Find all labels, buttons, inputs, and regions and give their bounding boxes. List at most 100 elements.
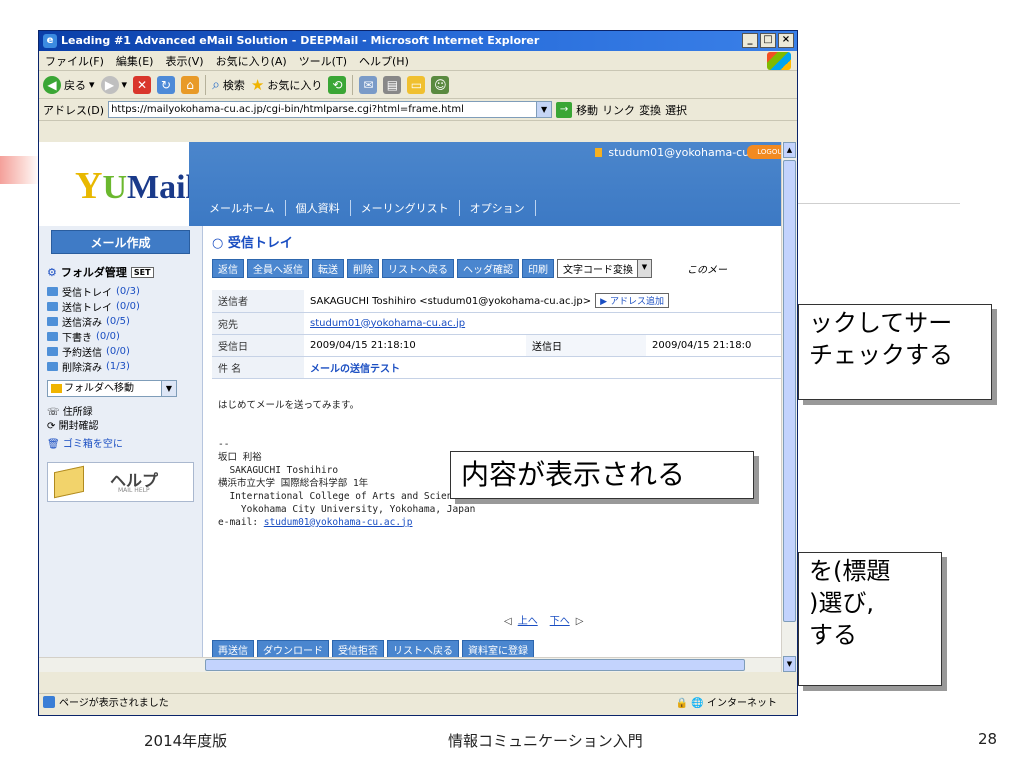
security-zone: 🔒 🌐 インターネット [675,698,777,709]
next-arrow-icon[interactable]: ▷ [576,616,584,627]
stop-icon[interactable]: ✕ [133,75,152,94]
favorites-label: お気に入り [267,78,323,92]
footer-edition: 2014年度版 [144,732,228,750]
user-icon [595,148,603,157]
delete-button[interactable]: 削除 [347,259,379,278]
folder-icon[interactable]: ▭ [407,75,426,94]
mail-icon[interactable]: ✉ [359,75,378,94]
from-value: SAKAGUCHI Toshihiro <studum01@yokohama-c… [304,290,797,313]
address-book-link[interactable]: ☏ 住所録 [47,403,202,418]
address-bar: アドレス(D) https://mailyokohama-cu.ac.jp/cg… [39,99,797,121]
slide-decoration [0,156,40,184]
home-icon[interactable]: ⌂ [181,75,200,94]
slide-divider [790,203,960,204]
folder-deleted[interactable]: 削除済み (1/3) [47,359,202,374]
messenger-icon[interactable]: ☺ [431,75,450,94]
horizontal-scrollbar[interactable] [39,657,781,672]
chevron-down-icon[interactable]: ▼ [536,102,552,117]
scroll-up-icon[interactable]: ▲ [783,142,796,158]
print-button[interactable]: 印刷 [522,259,554,278]
menu-bar: ファイル(F) 編集(E) 表示(V) お気に入り(A) ツール(T) ヘルプ(… [39,51,797,71]
to-label: 宛先 [212,312,304,335]
go-button[interactable]: 移動 [576,102,598,118]
folder-outbox[interactable]: 送信トレイ (0/0) [47,299,202,314]
empty-trash-link[interactable]: 🗑 ゴミ箱を空に [47,435,202,450]
page-icon [43,696,55,708]
back-button[interactable]: ◀ 戻る ▾ [43,75,95,94]
pager-down-link[interactable]: 下へ [550,616,570,627]
nav-options[interactable]: オプション [460,200,536,216]
links-button[interactable]: リンク [602,102,635,118]
help-button[interactable]: ヘルプ MAIL HELP [47,462,194,502]
sent-date: 2009/04/15 21:18:0 [646,334,797,357]
header-check-button[interactable]: ヘッダ確認 [457,259,519,278]
menu-file[interactable]: ファイル(F) [45,53,104,69]
scroll-down-icon[interactable]: ▼ [783,656,796,672]
chevron-down-icon: ▼ [637,260,651,277]
move-to-folder-select[interactable]: フォルダへ移動 ▼ [47,380,177,397]
folder-inbox[interactable]: 受信トレイ (0/3) [47,284,202,299]
search-button[interactable]: ⌕ 検索 [212,77,245,93]
prev-arrow-icon[interactable]: ◁ [504,616,512,627]
back-to-list-button[interactable]: リストへ戻る [382,259,454,278]
web-page: YUMail studum01@yokohama-cu.ac.jp LOGOUT… [39,142,797,672]
help-book-icon [54,465,84,499]
forward-arrow-icon: ▶ [100,75,119,94]
compose-button[interactable]: メール作成 [51,230,190,254]
menu-help[interactable]: ヘルプ(H) [359,53,409,69]
encoding-select[interactable]: 文字コード変換 ▼ [557,259,652,278]
pager: ◁ 上へ 下へ ▷ [504,612,583,627]
minimize-button[interactable]: _ [742,33,758,48]
status-bar: ページが表示されました 🔒 🌐 インターネット [39,693,797,715]
folder-set-button[interactable]: SET [130,266,154,278]
folder-drafts[interactable]: 下書き (0/0) [47,329,202,344]
search-icon: ⌕ [212,76,220,93]
convert-button[interactable]: 変換 [639,102,661,118]
windows-logo-icon [767,52,791,70]
menu-edit[interactable]: 編集(E) [116,53,154,69]
sent-label: 送信日 [526,334,646,357]
go-arrow-icon[interactable]: → [556,101,573,118]
close-button[interactable]: × [778,33,794,48]
forward-button[interactable]: ▶ ▾ [100,75,127,94]
nav-personal-info[interactable]: 個人資料 [286,200,351,216]
subject-value: メールの送信テスト [310,363,400,375]
search-label: 検索 [222,78,245,92]
folder-sent[interactable]: 送信済み (0/5) [47,314,202,329]
scroll-thumb[interactable] [205,659,745,671]
menu-view[interactable]: 表示(V) [165,53,203,69]
window-titlebar[interactable]: e Leading #1 Advanced eMail Solution - D… [39,31,797,51]
add-address-button[interactable]: ▶ アドレス追加 [595,293,669,309]
reply-all-button[interactable]: 全員へ返信 [247,259,309,278]
address-label: アドレス(D) [43,103,105,117]
window-title: Leading #1 Advanced eMail Solution - DEE… [61,34,540,47]
folder-icon [47,287,58,296]
mail-header: YUMail studum01@yokohama-cu.ac.jp LOGOUT… [39,142,797,226]
reply-button[interactable]: 返信 [212,259,244,278]
to-address-link[interactable]: studum01@yokohama-cu.ac.jp [310,318,465,329]
history-icon[interactable]: ⟲ [328,75,347,94]
nav-mail-home[interactable]: メールホーム [199,200,286,216]
message-action-bar: 返信 全員へ返信 転送 削除 リストへ戻る ヘッダ確認 印刷 文字コード変換 ▼ … [212,259,781,278]
email-link[interactable]: studum01@yokohama-cu.ac.jp [264,517,413,528]
chevron-down-icon: ▼ [161,381,176,396]
select-button[interactable]: 選択 [665,102,687,118]
folder-scheduled[interactable]: 予約送信 (0/0) [47,344,202,359]
refresh-icon[interactable]: ↻ [157,75,176,94]
callout-content-shown: 内容が表示される [450,451,754,499]
print-icon[interactable]: ▤ [383,75,402,94]
forward-message-button[interactable]: 転送 [312,259,344,278]
read-check-link[interactable]: ⟳ 開封確認 [47,417,202,432]
folder-gear-icon: ⚙ [47,265,57,279]
menu-tools[interactable]: ツール(T) [299,53,347,69]
vertical-scrollbar[interactable]: ▲ ▼ [781,142,797,672]
pager-up-link[interactable]: 上へ [518,616,538,627]
menu-favorites[interactable]: お気に入り(A) [216,53,287,69]
address-input[interactable]: https://mailyokohama-cu.ac.jp/cgi-bin/ht… [108,101,553,118]
scroll-thumb[interactable] [783,160,796,622]
ymail-logo: YUMail [75,165,195,207]
nav-mailing-list[interactable]: メーリングリスト [351,200,460,216]
maximize-button[interactable]: □ [760,33,776,48]
favorites-button[interactable]: ★ お気に入り [251,76,322,94]
ie-icon: e [43,34,57,48]
